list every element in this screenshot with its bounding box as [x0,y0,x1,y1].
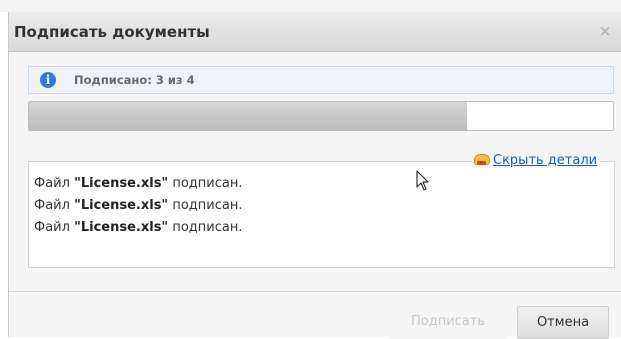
hide-details-icon [474,154,490,166]
log-line: Файл "License.xls" подписан. [34,176,242,191]
log-line-prefix: Файл [34,176,75,191]
details-log: Файл "License.xls" подписан. Файл "Licen… [28,161,615,268]
log-line-file: "License.xls" [74,198,169,213]
cancel-button[interactable]: Отмена [517,306,609,339]
log-line-suffix: подписан. [168,176,243,191]
info-icon: i [40,72,56,88]
sign-documents-dialog: Подписать документы × i Подписано: 3 из … [8,12,621,339]
log-line-prefix: Файл [34,198,75,213]
sign-button[interactable]: Подписать [389,306,507,339]
log-line-file: "License.xls" [74,176,169,191]
dialog-title: Подписать документы [14,23,210,41]
log-line-prefix: Файл [34,220,75,235]
background-strip [0,0,621,12]
hide-details-link[interactable]: Скрыть детали [472,152,601,168]
log-line: Файл "License.xls" подписан. [34,220,242,235]
hide-details-label[interactable]: Скрыть детали [493,153,597,168]
mouse-cursor-icon [416,170,429,191]
footer-divider [9,291,621,292]
log-line-file: "License.xls" [74,220,169,235]
status-text: Подписано: 3 из 4 [74,73,195,87]
log-line: Файл "License.xls" подписан. [34,198,242,213]
dialog-titlebar[interactable]: Подписать документы × [9,12,621,52]
progress-fill [29,102,467,130]
close-icon[interactable]: × [596,22,614,40]
progress-bar [28,101,614,131]
log-line-suffix: подписан. [168,220,243,235]
status-panel: i Подписано: 3 из 4 [28,66,614,94]
log-line-suffix: подписан. [168,198,243,213]
